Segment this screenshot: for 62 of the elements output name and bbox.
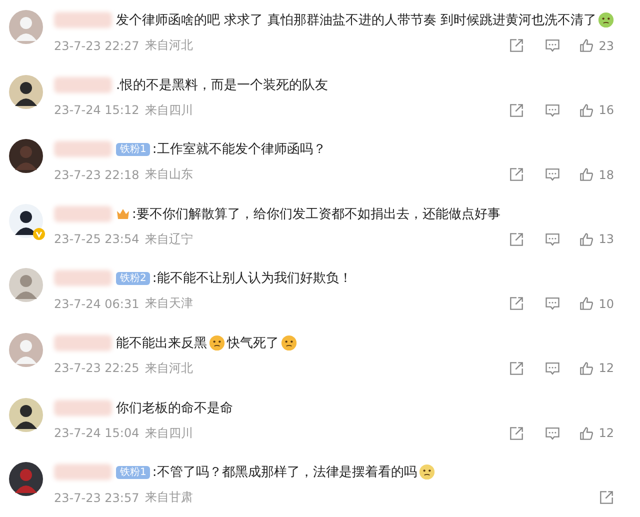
comment-location: 来自辽宁 (145, 230, 194, 248)
comment-date: 23-7-24 15:12 (54, 103, 140, 118)
share-icon[interactable] (508, 426, 524, 441)
comment-date: 23-7-24 06:31 (54, 296, 140, 311)
avatar[interactable] (9, 139, 43, 174)
avatar[interactable] (9, 204, 43, 238)
comment-text: 发个律师函啥的吧 求求了 真怕那群油盐不进的人带节奏 到时候跳进黄河也洗不清了 (116, 12, 596, 29)
comment-icon[interactable] (544, 296, 560, 312)
comment-date: 23-7-25 23:54 (54, 232, 140, 246)
like-button[interactable]: 12 (578, 360, 614, 376)
fan-badge: 铁粉2 (116, 272, 150, 285)
comment-text: :工作室就不能发个律师函吗？ (152, 141, 326, 158)
comment-icon[interactable] (544, 232, 560, 247)
like-button[interactable]: 16 (578, 102, 614, 118)
comment-text: :能不能不让别人认为我们好欺负！ (152, 270, 352, 288)
share-icon[interactable] (508, 232, 524, 247)
avatar[interactable] (9, 462, 43, 496)
comment-location: 来自河北 (145, 360, 194, 377)
comment-icon[interactable] (544, 167, 560, 182)
comment-date: 23-7-23 22:25 (54, 361, 140, 376)
thumbs-up-icon (578, 426, 594, 441)
comment-location: 来自四川 (145, 102, 194, 119)
comment-text: 你们老板的命不是命 (116, 400, 233, 417)
comment-text: 能不能出来反黑 (116, 334, 207, 352)
comment-icon[interactable] (544, 360, 560, 376)
comment-text: .恨的不是黑料，而是一个装死的队友 (116, 76, 328, 94)
like-button[interactable]: 18 (578, 167, 614, 182)
thumbs-up-icon (578, 38, 594, 53)
thumbs-up-icon (578, 360, 594, 376)
comment-text: :不管了吗？都黑成那样了，法律是摆着看的吗 (152, 464, 417, 482)
thumbs-up-icon (578, 167, 594, 182)
share-icon[interactable] (508, 38, 524, 53)
share-icon[interactable] (599, 490, 614, 506)
like-button[interactable]: 23 (578, 38, 614, 53)
share-icon[interactable] (508, 102, 524, 118)
comment-location: 来自四川 (145, 424, 194, 442)
comment-location: 来自甘肃 (145, 489, 194, 506)
share-icon[interactable] (508, 360, 524, 376)
fan-badge: 铁粉1 (116, 142, 150, 156)
like-button[interactable]: 13 (578, 232, 614, 247)
comment-location: 来自天津 (145, 295, 194, 312)
comment-location: 来自山东 (145, 166, 194, 184)
comment-icon[interactable] (544, 426, 560, 441)
comment-date: 23-7-23 22:27 (54, 38, 140, 52)
avatar[interactable] (9, 398, 43, 432)
avatar[interactable] (9, 74, 43, 109)
comment-date: 23-7-23 22:18 (54, 168, 140, 182)
comment-text: :要不你们解散算了，给你们发工资都不如捐出去，还能做点好事 (132, 206, 500, 223)
comment-location: 来自河北 (145, 37, 194, 54)
fan-badge: 铁粉1 (116, 466, 150, 479)
thumbs-up-icon (578, 296, 594, 312)
thumbs-up-icon (578, 102, 594, 118)
thumbs-up-icon (578, 232, 594, 247)
comment-text: 快气死了 (227, 334, 279, 352)
comment-date: 23-7-24 15:04 (54, 426, 140, 440)
like-button[interactable]: 12 (578, 426, 614, 441)
share-icon[interactable] (508, 296, 524, 312)
comment-icon[interactable] (544, 102, 560, 118)
comment-icon[interactable] (544, 38, 560, 53)
like-button[interactable]: 10 (578, 296, 614, 312)
comment-date: 23-7-23 23:57 (54, 490, 140, 505)
share-icon[interactable] (508, 167, 524, 182)
